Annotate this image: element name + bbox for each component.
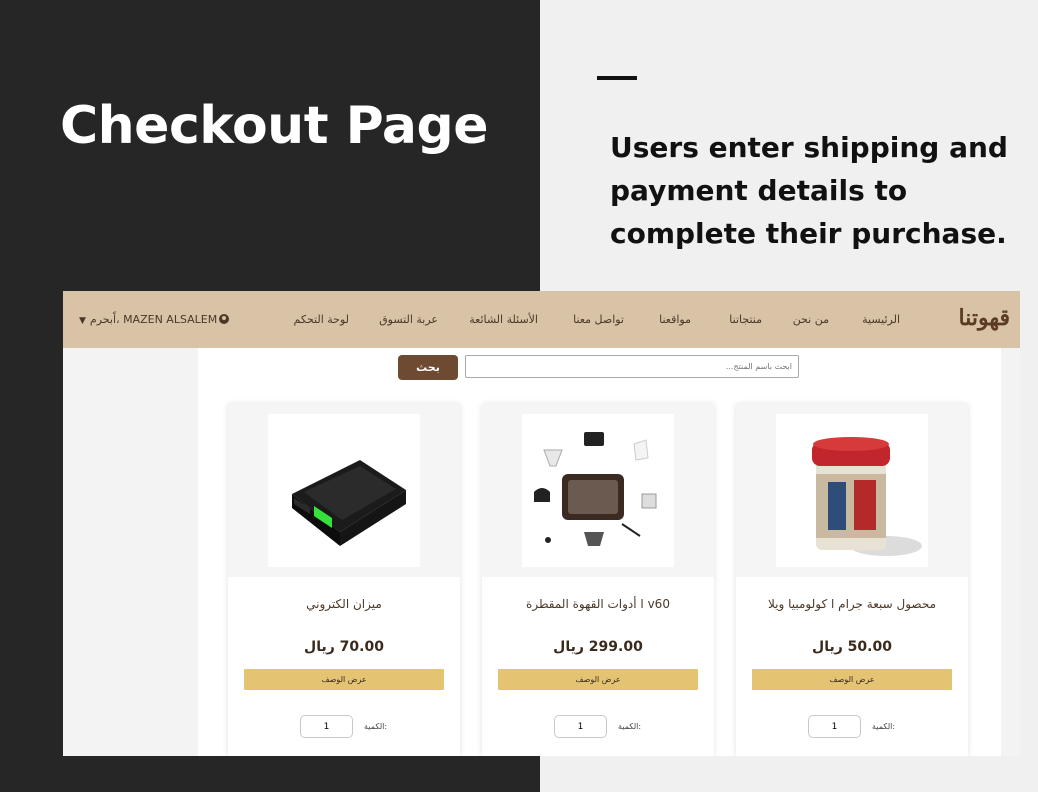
nav-item-locations[interactable]: مواقعنا [659, 313, 691, 326]
main-content: بحث ميزان الكتروني 70.00 ريال عرض الوصف [198, 348, 1001, 756]
nav-item-faq[interactable]: الأسئلة الشائعة [469, 313, 538, 326]
product-price: 299.00 ريال [553, 639, 643, 655]
quantity-label: الكمية: [364, 722, 388, 731]
product-image-area [228, 404, 460, 577]
view-description-button[interactable]: عرض الوصف [752, 669, 952, 690]
product-price: 50.00 ريال [812, 639, 892, 655]
product-image-area [736, 404, 968, 577]
quantity-label: الكمية: [618, 722, 642, 731]
nav-item-cart[interactable]: عربة التسوق [379, 313, 438, 326]
coffee-tin-image[interactable] [776, 414, 928, 567]
search-button[interactable]: بحث [398, 355, 458, 380]
accent-dash [597, 76, 637, 80]
caret-down-icon: ▼ [79, 316, 86, 326]
quantity-label: الكمية: [872, 722, 896, 731]
slide-description: Users enter shipping and payment details… [610, 131, 1008, 250]
product-card: ميزان الكتروني 70.00 ريال عرض الوصف الكم… [228, 404, 460, 756]
nav-item-products[interactable]: منتجاتنا [729, 313, 762, 326]
product-title: v60 ا أدوات القهوة المقطرة [526, 597, 670, 611]
user-circle-icon [219, 314, 230, 324]
product-title: ميزان الكتروني [306, 597, 382, 611]
nav-item-about[interactable]: من نحن [793, 313, 829, 326]
product-card: v60 ا أدوات القهوة المقطرة 299.00 ريال ع… [482, 404, 714, 756]
product-title: محصول سبعة جرام ا كولومبيا ويلا [768, 597, 936, 611]
nav-item-dashboard[interactable]: لوحة التحكم [294, 313, 349, 326]
search-input[interactable] [465, 355, 799, 378]
navbar: قهوتنا الرئيسية من نحن منتجاتنا مواقعنا … [63, 291, 1020, 348]
v60-kit-image[interactable] [522, 414, 674, 567]
digital-scale-image[interactable] [268, 414, 420, 567]
quantity-input[interactable] [808, 715, 861, 738]
view-description-button[interactable]: عرض الوصف [498, 669, 698, 690]
quantity-input[interactable] [554, 715, 607, 738]
product-image-area [482, 404, 714, 577]
nav-item-home[interactable]: الرئيسية [862, 313, 900, 326]
user-greeting: مرحباً، MAZEN ALSALEM [89, 313, 218, 326]
brand-logo[interactable]: قهوتنا [959, 305, 1011, 331]
product-price: 70.00 ريال [304, 639, 384, 655]
view-description-button[interactable]: عرض الوصف [244, 669, 444, 690]
quantity-input[interactable] [300, 715, 353, 738]
nav-item-contact[interactable]: تواصل معنا [573, 313, 624, 326]
slide-title: Checkout Page [60, 96, 488, 156]
user-menu[interactable]: ▼ مرحباً، MAZEN ALSALEM [79, 313, 230, 326]
product-card: محصول سبعة جرام ا كولومبيا ويلا 50.00 ري… [736, 404, 968, 756]
app-screenshot: قهوتنا الرئيسية من نحن منتجاتنا مواقعنا … [63, 291, 1020, 756]
